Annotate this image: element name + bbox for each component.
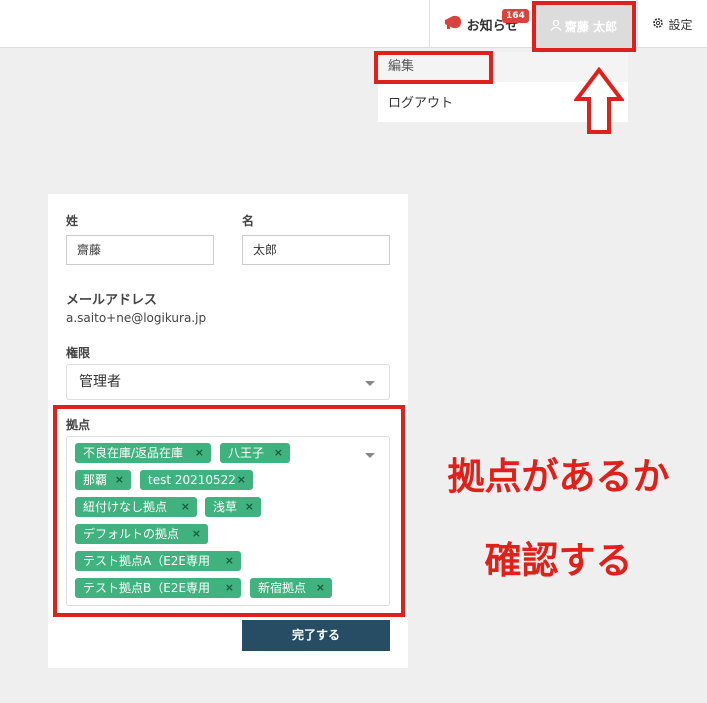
chevron-down-icon <box>365 381 375 386</box>
role-label: 権限 <box>66 346 91 360</box>
up-arrow-icon <box>574 67 624 134</box>
first-name-input[interactable]: 太郎 <box>242 235 390 265</box>
notice-button[interactable]: お知らせ 164 <box>429 0 531 48</box>
settings-button[interactable]: 設定 <box>637 0 707 48</box>
email-label: メールアドレス <box>66 293 158 308</box>
role-select[interactable]: 管理者 <box>66 364 390 400</box>
annotation-line-1: 拠点があるか <box>447 455 670 498</box>
annotation-line-2: 確認する <box>484 539 633 582</box>
megaphone-icon <box>443 14 463 34</box>
role-value: 管理者 <box>79 374 121 390</box>
submit-button[interactable]: 完了する <box>242 620 390 651</box>
user-menu-highlight <box>532 1 636 52</box>
notice-count-badge: 164 <box>502 9 529 23</box>
last-name-input[interactable]: 齋藤 <box>66 235 214 265</box>
settings-label: 設定 <box>668 17 693 32</box>
last-name-label: 姓 <box>66 214 79 228</box>
gear-icon <box>652 17 668 32</box>
location-highlight <box>53 405 405 617</box>
email-value: a.saito+ne@logikura.jp <box>66 311 207 325</box>
first-name-label: 名 <box>242 214 255 228</box>
edit-item-highlight <box>374 51 493 84</box>
